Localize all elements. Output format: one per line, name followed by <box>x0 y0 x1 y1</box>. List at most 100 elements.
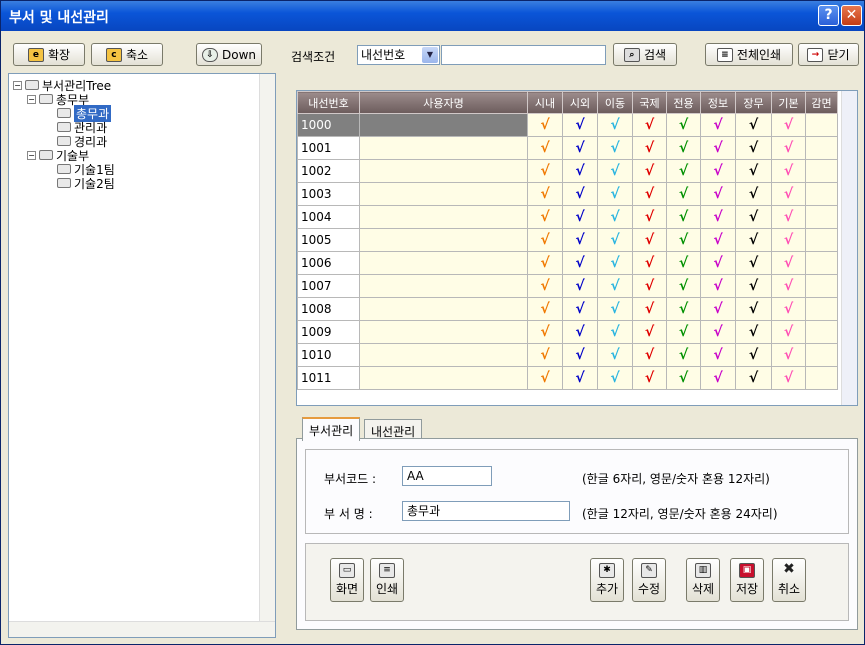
column-header[interactable]: 내선번호 <box>297 91 360 114</box>
permission-check-cell[interactable]: √ <box>527 274 563 298</box>
discount-cell[interactable] <box>805 182 838 206</box>
table-row[interactable]: 1011 √ √ √ √ √ √ √ √ <box>297 366 838 390</box>
extension-cell[interactable]: 1004 <box>297 205 360 229</box>
permission-check-cell[interactable]: √ <box>700 343 736 367</box>
tab-department[interactable]: 부서관리 <box>302 417 361 441</box>
permission-check-cell[interactable]: √ <box>666 136 701 160</box>
discount-cell[interactable] <box>805 343 838 367</box>
close-button[interactable]: → 닫기 <box>798 43 859 66</box>
user-name-cell[interactable] <box>359 366 528 390</box>
column-header[interactable]: 장무 <box>735 91 772 114</box>
tree-vertical-scrollbar[interactable] <box>259 74 275 637</box>
permission-check-cell[interactable]: √ <box>735 320 772 344</box>
permission-check-cell[interactable]: √ <box>597 113 633 137</box>
permission-check-cell[interactable]: √ <box>632 228 667 252</box>
extension-cell[interactable]: 1002 <box>297 159 360 183</box>
permission-check-cell[interactable]: √ <box>597 297 633 321</box>
discount-cell[interactable] <box>805 274 838 298</box>
tree-item-tech-team-2[interactable]: 기술2팀 <box>57 176 115 191</box>
permission-check-cell[interactable]: √ <box>700 113 736 137</box>
permission-check-cell[interactable]: √ <box>700 320 736 344</box>
discount-cell[interactable] <box>805 366 838 390</box>
permission-check-cell[interactable]: √ <box>562 343 598 367</box>
permission-check-cell[interactable]: √ <box>666 113 701 137</box>
permission-check-cell[interactable]: √ <box>597 343 633 367</box>
permission-check-cell[interactable]: √ <box>527 159 563 183</box>
user-name-cell[interactable] <box>359 251 528 275</box>
collapse-toggle-icon[interactable]: − <box>27 94 36 104</box>
permission-check-cell[interactable]: √ <box>597 205 633 229</box>
permission-check-cell[interactable]: √ <box>597 228 633 252</box>
user-name-cell[interactable] <box>359 113 528 137</box>
department-tree-panel[interactable]: − 부서관리Tree − 총무부 총무과 관리과 경리과 − 기술부 기술1팀 … <box>8 73 276 638</box>
permission-check-cell[interactable]: √ <box>771 297 806 321</box>
permission-check-cell[interactable]: √ <box>562 113 598 137</box>
permission-check-cell[interactable]: √ <box>597 366 633 390</box>
permission-check-cell[interactable]: √ <box>735 251 772 275</box>
collapse-toggle-icon[interactable]: − <box>13 80 22 90</box>
grid-vertical-scrollbar[interactable] <box>841 91 857 405</box>
extension-cell[interactable]: 1001 <box>297 136 360 160</box>
column-header[interactable]: 전용 <box>666 91 701 114</box>
permission-check-cell[interactable]: √ <box>735 297 772 321</box>
permission-check-cell[interactable]: √ <box>666 297 701 321</box>
permission-check-cell[interactable]: √ <box>735 343 772 367</box>
extension-cell[interactable]: 1009 <box>297 320 360 344</box>
permission-check-cell[interactable]: √ <box>632 366 667 390</box>
collapse-button[interactable]: c 축소 <box>91 43 163 66</box>
permission-check-cell[interactable]: √ <box>771 159 806 183</box>
permission-check-cell[interactable]: √ <box>562 297 598 321</box>
table-row[interactable]: 1009 √ √ √ √ √ √ √ √ <box>297 320 838 344</box>
permission-check-cell[interactable]: √ <box>597 159 633 183</box>
permission-check-cell[interactable]: √ <box>735 205 772 229</box>
table-row[interactable]: 1006 √ √ √ √ √ √ √ √ <box>297 251 838 275</box>
table-row[interactable]: 1008 √ √ √ √ √ √ √ √ <box>297 297 838 321</box>
table-row[interactable]: 1010 √ √ √ √ √ √ √ √ <box>297 343 838 367</box>
permission-check-cell[interactable]: √ <box>632 343 667 367</box>
permission-check-cell[interactable]: √ <box>666 228 701 252</box>
search-button[interactable]: ⌕ 검색 <box>613 43 677 66</box>
search-field-select[interactable]: 내선번호 ▼ <box>357 45 440 65</box>
permission-check-cell[interactable]: √ <box>700 228 736 252</box>
expand-button[interactable]: e 확장 <box>13 43 85 66</box>
user-name-cell[interactable] <box>359 274 528 298</box>
chevron-down-icon[interactable]: ▼ <box>422 47 438 63</box>
permission-check-cell[interactable]: √ <box>562 274 598 298</box>
discount-cell[interactable] <box>805 136 838 160</box>
extension-cell[interactable]: 1007 <box>297 274 360 298</box>
permission-check-cell[interactable]: √ <box>632 205 667 229</box>
permission-check-cell[interactable]: √ <box>700 274 736 298</box>
column-header[interactable]: 감면 <box>805 91 838 114</box>
user-name-cell[interactable] <box>359 159 528 183</box>
permission-check-cell[interactable]: √ <box>527 320 563 344</box>
permission-check-cell[interactable]: √ <box>735 274 772 298</box>
tree-horizontal-scrollbar[interactable] <box>9 621 275 637</box>
permission-check-cell[interactable]: √ <box>562 228 598 252</box>
user-name-cell[interactable] <box>359 320 528 344</box>
column-header[interactable]: 시외 <box>562 91 598 114</box>
help-button[interactable]: ? <box>818 5 839 26</box>
permission-check-cell[interactable]: √ <box>666 159 701 183</box>
discount-cell[interactable] <box>805 228 838 252</box>
permission-check-cell[interactable]: √ <box>562 159 598 183</box>
permission-check-cell[interactable]: √ <box>735 159 772 183</box>
permission-check-cell[interactable]: √ <box>771 182 806 206</box>
permission-check-cell[interactable]: √ <box>735 113 772 137</box>
screen-button[interactable]: ▭ 화면 <box>330 558 364 602</box>
permission-check-cell[interactable]: √ <box>771 136 806 160</box>
permission-check-cell[interactable]: √ <box>700 251 736 275</box>
permission-check-cell[interactable]: √ <box>527 182 563 206</box>
table-row[interactable]: 1007 √ √ √ √ √ √ √ √ <box>297 274 838 298</box>
permission-check-cell[interactable]: √ <box>771 205 806 229</box>
table-row[interactable]: 1004 √ √ √ √ √ √ √ √ <box>297 205 838 229</box>
permission-check-cell[interactable]: √ <box>562 366 598 390</box>
permission-check-cell[interactable]: √ <box>700 182 736 206</box>
column-header[interactable]: 정보 <box>700 91 736 114</box>
permission-check-cell[interactable]: √ <box>771 228 806 252</box>
permission-check-cell[interactable]: √ <box>527 297 563 321</box>
permission-check-cell[interactable]: √ <box>527 205 563 229</box>
permission-check-cell[interactable]: √ <box>632 251 667 275</box>
delete-button[interactable]: ▥ 삭제 <box>686 558 720 602</box>
permission-check-cell[interactable]: √ <box>527 366 563 390</box>
permission-check-cell[interactable]: √ <box>527 113 563 137</box>
